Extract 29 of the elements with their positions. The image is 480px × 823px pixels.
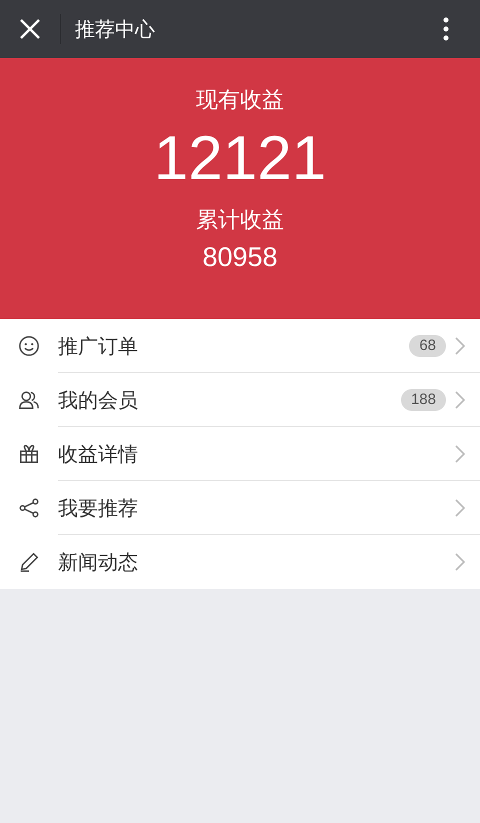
menu-item[interactable]: 收益详情 [0, 427, 480, 481]
page-title: 推荐中心 [75, 16, 156, 43]
menu-label: 我要推荐 [58, 494, 139, 522]
people-icon [18, 389, 40, 411]
count-badge: 188 [400, 388, 446, 410]
current-earnings-value: 12121 [154, 123, 326, 195]
menu-label: 新闻动态 [58, 549, 139, 576]
chevron-right-icon [454, 390, 466, 410]
more-icon [443, 17, 449, 41]
close-icon [19, 18, 41, 40]
chevron-right-icon [454, 444, 466, 464]
menu-item[interactable]: 新闻动态 [0, 535, 480, 589]
pen-icon [18, 551, 40, 573]
gift-icon [18, 443, 40, 465]
chevron-right-icon [454, 336, 466, 356]
smile-icon [18, 335, 40, 357]
menu-label: 推广订单 [58, 332, 139, 360]
chevron-right-icon [454, 552, 466, 572]
chevron-right-icon [454, 498, 466, 518]
menu-item[interactable]: 我要推荐 [0, 481, 480, 535]
menu-label: 我的会员 [58, 386, 139, 414]
menu-item[interactable]: 我的会员 188 [0, 373, 480, 427]
count-badge: 68 [409, 334, 446, 356]
menu-label: 收益详情 [58, 440, 139, 468]
total-earnings-value: 80958 [202, 241, 278, 274]
share-icon [18, 497, 40, 519]
total-earnings-label: 累计收益 [196, 207, 284, 235]
menu-item[interactable]: 推广订单 68 [0, 319, 480, 373]
current-earnings-label: 现有收益 [196, 87, 284, 115]
